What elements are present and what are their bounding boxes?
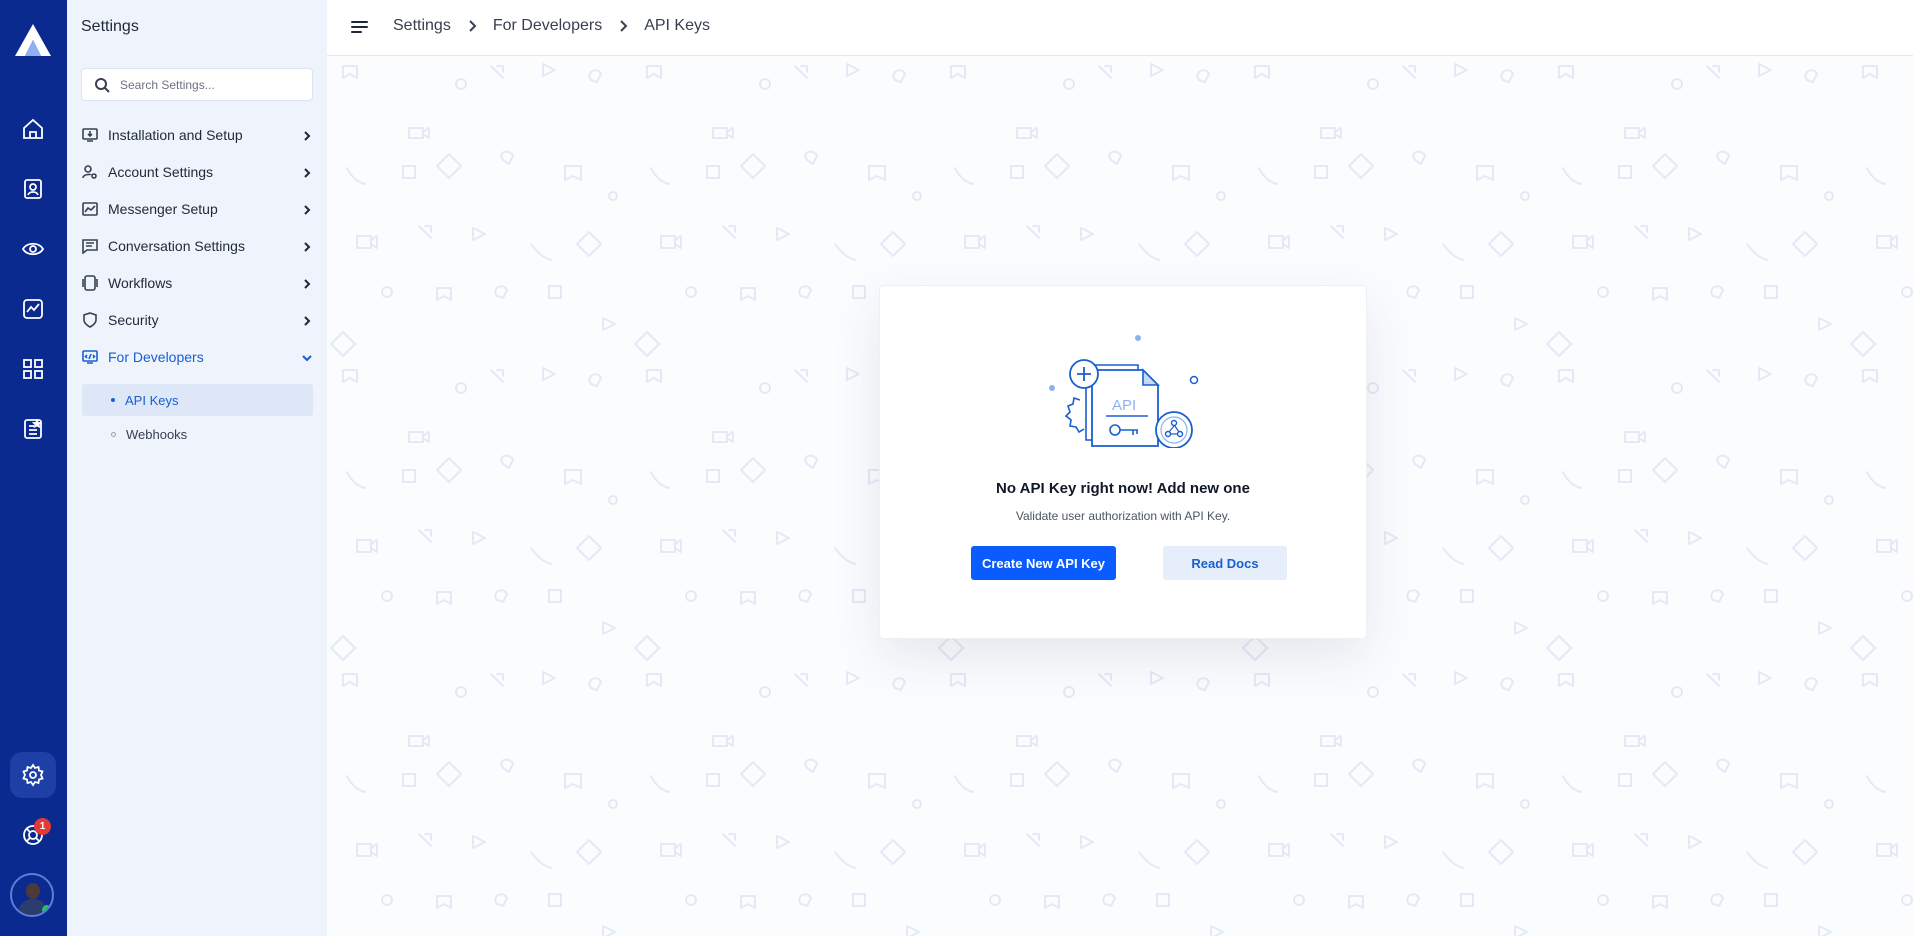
sidebar-item-label: Messenger Setup xyxy=(108,201,218,217)
api-keys-illustration: API xyxy=(1049,335,1199,448)
bullet-dot xyxy=(111,431,116,437)
breadcrumb-for-developers[interactable]: For Developers xyxy=(493,17,602,35)
sidebar-item-label: Installation and Setup xyxy=(108,127,243,143)
home-icon[interactable] xyxy=(19,115,47,143)
sidebar-subitem-label: Webhooks xyxy=(126,426,188,442)
shield-icon xyxy=(81,312,98,329)
analytics-icon[interactable] xyxy=(19,295,47,323)
monitor-download-icon xyxy=(81,127,98,144)
reports-icon[interactable] xyxy=(19,415,47,443)
search-icon xyxy=(95,78,110,93)
sidebar-item-label: Workflows xyxy=(108,275,173,291)
chevron-right-icon xyxy=(465,19,479,33)
contacts-icon[interactable] xyxy=(19,175,47,203)
chevron-right-icon xyxy=(301,129,313,141)
avatar-head xyxy=(26,883,40,899)
empty-state-title: No API Key right now! Add new one xyxy=(996,480,1250,497)
sidebar-item-label: Account Settings xyxy=(108,164,214,180)
settings-icon[interactable] xyxy=(10,752,56,798)
read-docs-button[interactable]: Read Docs xyxy=(1163,546,1287,580)
sidebar-title: Settings xyxy=(81,18,139,35)
sidebar-item-conversation-settings[interactable]: Conversation Settings xyxy=(81,233,313,259)
hamburger-menu-icon[interactable] xyxy=(351,19,369,35)
sidebar-item-messenger-setup[interactable]: Messenger Setup xyxy=(81,196,313,222)
sidebar-item-label: Security xyxy=(108,312,159,328)
settings-sidebar: Settings Installation and Setup Account … xyxy=(67,0,327,936)
empty-state-subtitle: Validate user authorization with API Key… xyxy=(1015,509,1231,523)
search-box xyxy=(81,68,313,101)
sidebar-item-account-settings[interactable]: Account Settings xyxy=(81,159,313,185)
app-rail: 1 xyxy=(0,0,67,936)
breadcrumb-api-keys: API Keys xyxy=(644,17,710,34)
code-window-icon xyxy=(81,349,98,366)
sidebar-item-installation[interactable]: Installation and Setup xyxy=(81,122,313,148)
search-input[interactable] xyxy=(120,75,305,95)
chat-lines-icon xyxy=(81,238,98,255)
sidebar-subitem-api-keys[interactable]: API Keys xyxy=(82,384,313,416)
chevron-down-icon xyxy=(301,351,313,363)
illustration-api-text: API xyxy=(1112,397,1136,414)
chevron-right-icon xyxy=(301,203,313,215)
brand-logo-icon[interactable] xyxy=(13,22,53,58)
chevron-right-icon xyxy=(616,19,630,33)
notification-badge: 1 xyxy=(34,818,51,835)
user-gear-icon xyxy=(81,164,98,181)
top-bar: Settings For Developers API Keys xyxy=(327,0,1913,56)
bullet-dot xyxy=(111,398,115,402)
create-new-api-key-button[interactable]: Create New API Key xyxy=(971,546,1116,580)
online-status-dot xyxy=(42,905,52,915)
sidebar-item-label: For Developers xyxy=(108,349,204,365)
sidebar-item-for-developers[interactable]: For Developers xyxy=(81,344,313,370)
apps-icon[interactable] xyxy=(19,355,47,383)
workflow-icon xyxy=(81,275,98,292)
chart-window-icon xyxy=(81,201,98,218)
main-content: Settings For Developers API Keys API No … xyxy=(327,0,1913,936)
eye-icon[interactable] xyxy=(19,235,47,263)
empty-state-card: API No API Key right now! Add new one Va… xyxy=(879,285,1367,639)
sidebar-item-security[interactable]: Security xyxy=(81,307,313,333)
chevron-right-icon xyxy=(301,240,313,252)
sidebar-subitem-webhooks[interactable]: Webhooks xyxy=(82,418,313,450)
breadcrumb-settings[interactable]: Settings xyxy=(393,17,451,35)
sidebar-item-label: Conversation Settings xyxy=(108,238,245,254)
user-avatar[interactable] xyxy=(10,873,54,917)
chevron-right-icon xyxy=(301,314,313,326)
chevron-right-icon xyxy=(301,166,313,178)
sidebar-item-workflows[interactable]: Workflows xyxy=(81,270,313,296)
breadcrumb: Settings For Developers API Keys xyxy=(393,17,710,35)
sidebar-subitem-label: API Keys xyxy=(125,392,179,408)
chevron-right-icon xyxy=(301,277,313,289)
